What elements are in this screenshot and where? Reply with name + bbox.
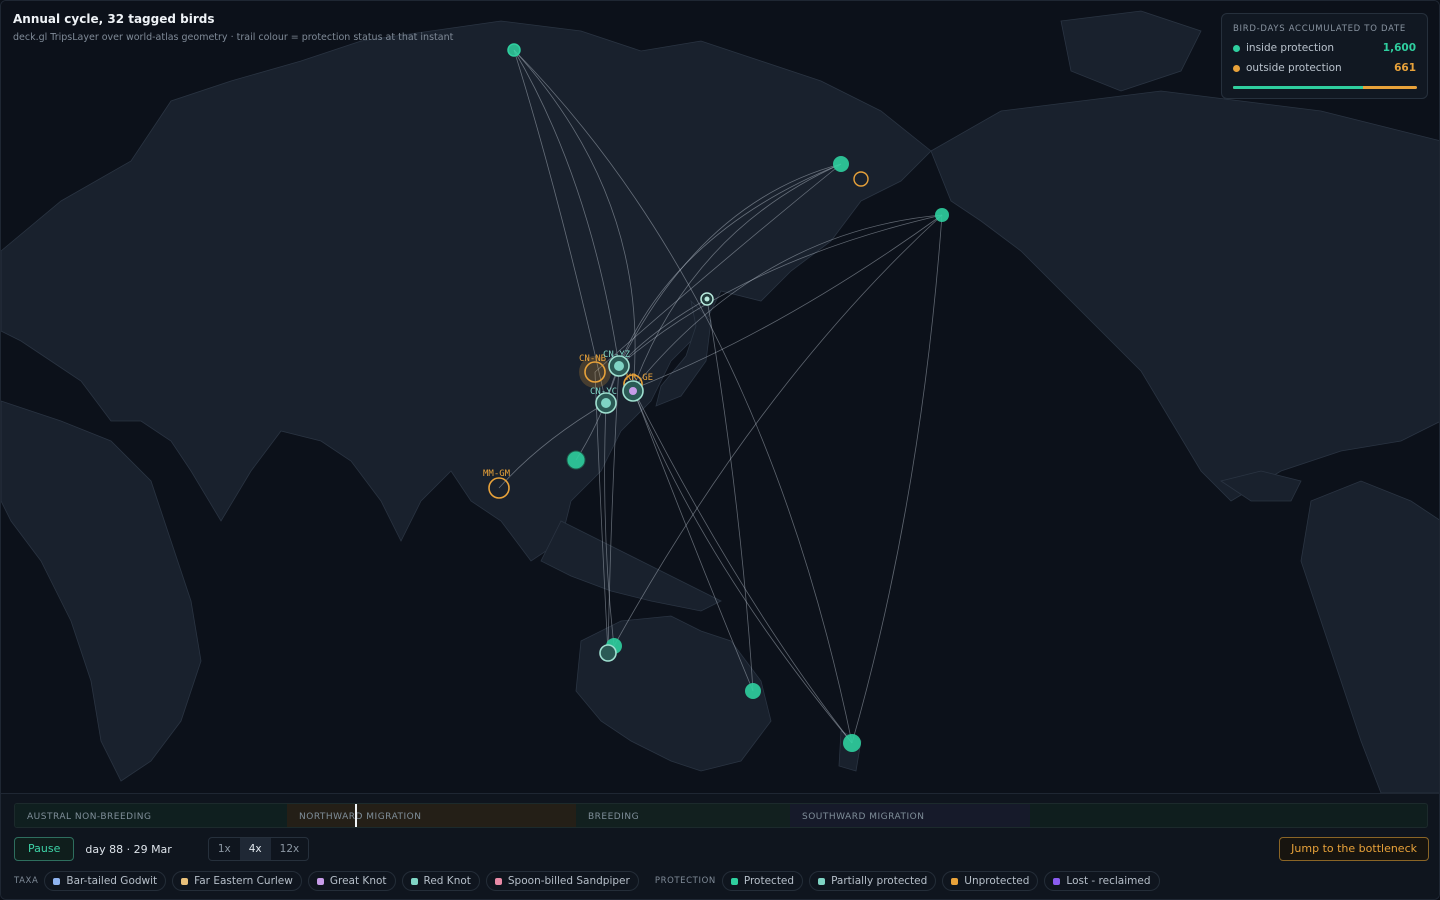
page-subtitle: deck.gl TripsLayer over world-atlas geom… (13, 32, 454, 43)
taxa-chip-spoon-billed-sandpiper[interactable]: Spoon-billed Sandpiper (485, 871, 639, 891)
swatch-icon (316, 877, 324, 885)
flyway-map[interactable]: CN-NB CN-YZ CN-YC KR-GE MM-GM Annual cyc… (1, 1, 1440, 793)
chip-label: Bar-tailed Godwit (66, 875, 158, 887)
swatch-icon (53, 877, 61, 885)
playback-controls: Pause day 88 · 29 Mar 1x 4x 12x (14, 837, 310, 861)
protection-chip-lost-reclaimed[interactable]: Lost - reclaimed (1044, 871, 1160, 891)
track-14 (706, 298, 754, 692)
inside-value: 1,600 (1382, 42, 1416, 54)
track-11 (851, 214, 943, 744)
taxa-chip-far-eastern-curlew[interactable]: Far Eastern Curlew (172, 871, 302, 891)
protection-ratio-fill (1233, 86, 1364, 89)
pause-button[interactable]: Pause (14, 837, 75, 861)
jump-to-bottleneck-button[interactable]: Jump to the bottleneck (1279, 837, 1429, 861)
speed-option-4x[interactable]: 4x (239, 838, 271, 860)
site-marker-alaska (935, 208, 949, 222)
landmass-greenland (1060, 10, 1202, 92)
outside-value: 661 (1394, 62, 1416, 74)
landmass-africa (1, 400, 202, 782)
bird-days-counter: BIRD-DAYS ACCUMULATED TO DATE inside pro… (1221, 13, 1428, 99)
site-marker-new-zealand (843, 734, 861, 752)
inside-dot-icon (1233, 44, 1240, 52)
swatch-icon (730, 877, 738, 885)
swatch-icon (1053, 877, 1061, 885)
chip-label: Great Knot (329, 875, 387, 887)
swatch-icon (494, 877, 502, 885)
chip-label: Spoon-billed Sandpiper (507, 875, 630, 887)
chip-label: Partially protected (831, 875, 928, 887)
swatch-icon (951, 877, 959, 885)
inside-label: inside protection (1246, 42, 1335, 54)
site-marker-chukotka (833, 156, 849, 172)
site-marker-arctic-1 (507, 43, 521, 57)
landmass-north-america (930, 90, 1439, 502)
landmass-australia (575, 615, 772, 772)
taxa-chip-bar-tailed-godwit[interactable]: Bar-tailed Godwit (44, 871, 167, 891)
site-marker-moreton (745, 683, 761, 699)
season-austral-non-breeding[interactable]: AUSTRAL NON-BREEDING (15, 804, 287, 827)
chip-label: Lost - reclaimed (1066, 875, 1151, 887)
control-panel: AUSTRAL NON-BREEDING NORTHWARD MIGRATION… (1, 793, 1439, 899)
counter-heading: BIRD-DAYS ACCUMULATED TO DATE (1233, 24, 1406, 34)
page-title: Annual cycle, 32 tagged birds (13, 12, 215, 26)
protection-chip-protected[interactable]: Protected (721, 871, 804, 891)
site-marker-taiwan (566, 450, 586, 470)
taxa-heading: TAXA (14, 876, 39, 886)
counter-row-inside: inside protection 1,600 (1233, 42, 1416, 54)
counter-row-outside: outside protection 661 (1233, 62, 1416, 74)
chip-label: Protected (743, 875, 795, 887)
site-label-mm-gm: MM-GM (483, 469, 511, 479)
protection-chip-unprotected[interactable]: Unprotected (942, 871, 1039, 891)
outside-dot-icon (1233, 64, 1240, 72)
speed-option-1x[interactable]: 1x (209, 838, 240, 860)
outside-label: outside protection (1246, 62, 1342, 74)
swatch-icon (181, 877, 189, 885)
landmass-islands (540, 520, 722, 612)
taxa-chip-great-knot[interactable]: Great Knot (307, 871, 396, 891)
taxa-chip-red-knot[interactable]: Red Knot (401, 871, 480, 891)
site-marker-roebuck-2 (599, 644, 617, 662)
site-label-kr-ge: KR-GE (626, 373, 653, 383)
chip-label: Red Knot (423, 875, 471, 887)
season-southward-migration[interactable]: SOUTHWARD MIGRATION (790, 804, 1030, 827)
legend: TAXA Bar-tailed Godwit Far Eastern Curle… (14, 871, 1166, 891)
season-northward-migration[interactable]: NORTHWARD MIGRATION (287, 804, 576, 827)
site-label-cn-yc: CN-YC (590, 387, 617, 397)
protection-chip-partially-protected[interactable]: Partially protected (809, 871, 937, 891)
swatch-icon (410, 877, 418, 885)
season-breeding[interactable]: BREEDING (576, 804, 790, 827)
app-frame: CN-NB CN-YZ CN-YC KR-GE MM-GM Annual cyc… (0, 0, 1440, 900)
land-masses (1, 10, 1439, 793)
landmass-south-america (1300, 480, 1439, 793)
timeline-playhead[interactable] (355, 804, 357, 827)
site-label-cn-yz: CN-YZ (603, 350, 631, 360)
protection-heading: PROTECTION (654, 876, 716, 886)
protection-ratio-bar (1233, 86, 1417, 89)
chip-label: Far Eastern Curlew (194, 875, 293, 887)
speed-option-12x[interactable]: 12x (271, 838, 309, 860)
season-timeline[interactable]: AUSTRAL NON-BREEDING NORTHWARD MIGRATION… (14, 803, 1428, 828)
swatch-icon (818, 877, 826, 885)
current-day-label: day 88 · 29 Mar (85, 842, 172, 856)
map-canvas[interactable]: CN-NB CN-YZ CN-YC KR-GE MM-GM (1, 1, 1440, 793)
chip-label: Unprotected (964, 875, 1030, 887)
speed-selector[interactable]: 1x 4x 12x (207, 837, 310, 861)
